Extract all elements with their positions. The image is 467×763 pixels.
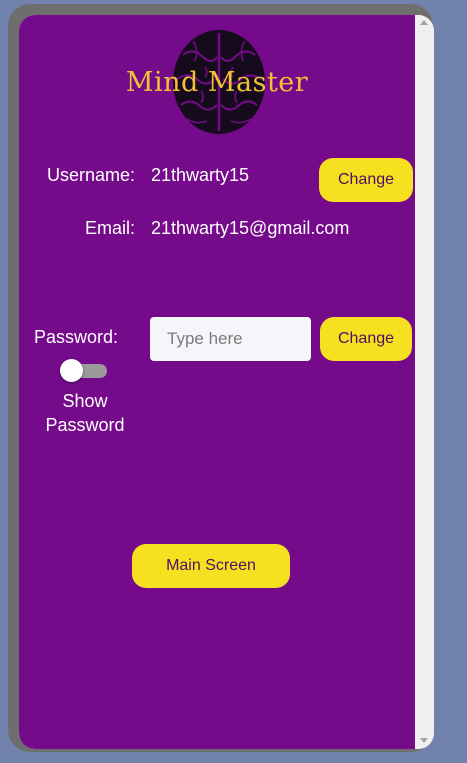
app-screen: Mind Master Username: 21thwarty15 Change… <box>19 15 434 749</box>
email-value: 21thwarty15@gmail.com <box>151 218 350 238</box>
scroll-down-icon[interactable] <box>420 738 428 743</box>
username-label: Username: <box>46 165 135 185</box>
show-password-label-line2: Password <box>45 415 125 435</box>
email-label: Email: <box>84 218 135 238</box>
scroll-up-icon[interactable] <box>420 20 428 25</box>
device-frame: Mind Master Username: 21thwarty15 Change… <box>8 4 434 752</box>
profile-page: Mind Master Username: 21thwarty15 Change… <box>19 15 415 749</box>
show-password-label-line1: Show <box>62 391 108 411</box>
show-password-toggle-knob[interactable] <box>60 359 83 382</box>
app-title: Mind Master <box>125 67 309 98</box>
change-password-button[interactable]: Change <box>320 317 412 361</box>
scrollbar[interactable] <box>415 15 434 749</box>
main-screen-button[interactable]: Main Screen <box>132 544 290 588</box>
show-password-label: Show Password <box>37 389 133 437</box>
username-value: 21thwarty15 <box>151 165 250 185</box>
password-input[interactable] <box>150 317 311 361</box>
password-label: Password: <box>33 327 119 347</box>
change-username-button[interactable]: Change <box>319 158 413 202</box>
